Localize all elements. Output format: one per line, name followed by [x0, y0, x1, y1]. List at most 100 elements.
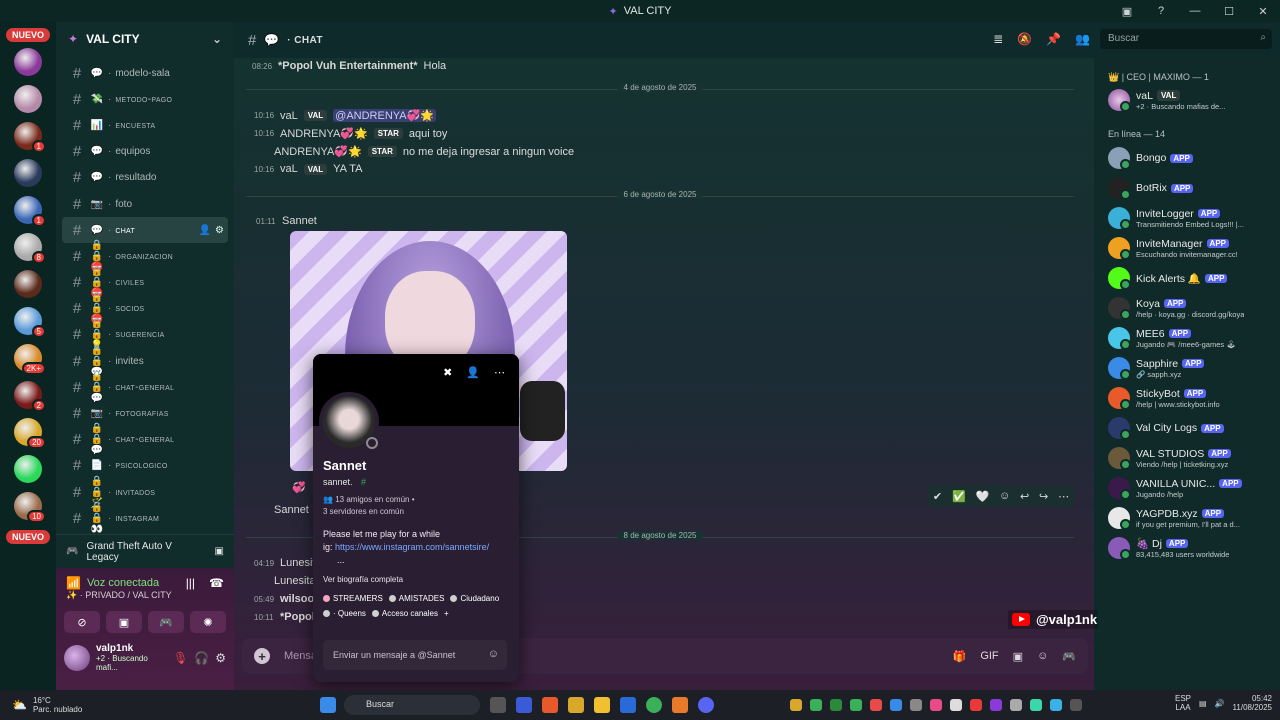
role-chip[interactable]: Ciudadano	[450, 594, 499, 603]
role-chip[interactable]: AMISTADES	[388, 594, 444, 603]
tray-icon[interactable]	[1010, 699, 1022, 711]
server-icon[interactable]	[14, 85, 42, 113]
tray-icon[interactable]	[910, 699, 922, 711]
plus-icon[interactable]: +	[254, 648, 270, 664]
mention[interactable]: @ANDRENYA💞🌟	[333, 109, 437, 122]
message[interactable]: 10:16 vaL VAL YA TA	[254, 163, 363, 175]
member-item[interactable]: InviteManager APP Escuchando invitemanager…	[1108, 233, 1270, 263]
tray-icon[interactable]	[970, 699, 982, 711]
member-item[interactable]: Koya APP/help · koya.gg · discord.gg/koya	[1108, 293, 1270, 323]
server-icon[interactable]: 1	[14, 122, 46, 153]
gift-icon[interactable]: 🎁	[953, 650, 967, 663]
volume-icon[interactable]: 🔊	[1215, 699, 1225, 708]
headphones-icon[interactable]: 🎧	[194, 651, 209, 665]
message[interactable]: 10:16 vaL VAL @ANDRENYA💞🌟	[254, 109, 437, 122]
member-item[interactable]: Val City Logs APP	[1108, 413, 1270, 443]
disconnect-icon[interactable]: ☎	[209, 576, 224, 590]
new-pill-bottom[interactable]: NUEVO	[5, 530, 50, 544]
members-icon[interactable]: 👥	[1075, 32, 1090, 46]
weather-widget[interactable]: ⛅ 16°C Parc. nublado	[0, 696, 82, 714]
message[interactable]: 08:26 *Popol Vuh Entertainment* Hola	[252, 60, 446, 72]
file-explorer-icon[interactable]	[594, 697, 610, 713]
soundboard-button[interactable]: ✺	[190, 611, 226, 633]
app-icon[interactable]	[672, 697, 688, 713]
channel-item[interactable]: # 💬 · resultado	[62, 165, 228, 191]
member-item[interactable]: VANILLA UNIC... APP Jugando /help	[1108, 473, 1270, 503]
forward-icon[interactable]: ↪	[1039, 490, 1048, 503]
chrome-icon[interactable]	[646, 697, 662, 713]
add-friend-icon[interactable]: 👤	[466, 366, 480, 379]
member-item[interactable]: VAL STUDIOS APP Viendo /help | ticketking.…	[1108, 443, 1270, 473]
channel-item[interactable]: # 🔒🔒⛔ · socios	[62, 292, 228, 325]
channel-item[interactable]: # 🔒🔒👀 · instagram	[62, 502, 228, 535]
sticker-icon[interactable]: ▣	[1013, 650, 1023, 663]
channel-item[interactable]: # 📊 · encuesta	[62, 112, 228, 138]
member-item[interactable]: Kick Alerts 🔔 APP	[1108, 263, 1270, 293]
channel-item[interactable]: # 🔒🔒💬 · chat-general	[62, 371, 228, 404]
app-icon[interactable]	[620, 697, 636, 713]
message[interactable]: 04:19 Lunesita	[254, 557, 322, 569]
server-icon[interactable]: 2	[14, 381, 46, 412]
server-icon[interactable]: 8	[14, 233, 46, 264]
user-panel[interactable]: valp1nk +2 · Buscando mafi... 🎙 🎧 ⚙	[56, 633, 234, 672]
close-button[interactable]: ✕	[1246, 0, 1280, 22]
game-activity[interactable]: 🎮 Grand Theft Auto V Legacy ▣	[56, 534, 234, 568]
server-icon[interactable]: 2K+	[14, 344, 46, 375]
view-full-bio-link[interactable]: Ver biografía completa	[323, 575, 509, 584]
avatar[interactable]	[64, 644, 90, 671]
tray-icon[interactable]	[790, 699, 802, 711]
message[interactable]: Lunesita	[274, 575, 316, 587]
message[interactable]: 01:11 Sannet	[256, 215, 317, 227]
tray-icon[interactable]	[990, 699, 1002, 711]
channel-item[interactable]: # 💬 · modelo-sala	[62, 60, 228, 86]
gif-icon[interactable]: GIF	[980, 650, 998, 663]
channel-item[interactable]: # 💬 · equipos	[62, 139, 228, 165]
reaction-check-icon[interactable]: ✔	[933, 490, 942, 503]
tray-icon[interactable]	[810, 699, 822, 711]
emoji-icon[interactable]: ☺	[1037, 650, 1048, 663]
screen-share-icon[interactable]: ▣	[215, 546, 224, 557]
camera-off-button[interactable]: ⊘	[64, 611, 100, 633]
invite-icon[interactable]: 👤	[199, 225, 211, 236]
voice-channel[interactable]: ✨ · PRIVADO / VAL CITY	[56, 590, 234, 601]
inbox-icon[interactable]: ▣	[1110, 0, 1144, 22]
task-view-icon[interactable]	[490, 697, 506, 713]
tray-icon[interactable]	[870, 699, 882, 711]
server-icon[interactable]: 5	[14, 307, 46, 338]
server-icon[interactable]: 10	[14, 492, 46, 523]
reply-icon[interactable]: ↩	[1020, 490, 1029, 503]
channel-item[interactable]: # 🔒🔒💡 · sugerencia	[62, 318, 228, 351]
clock[interactable]: 05:42 11/08/2025	[1233, 694, 1272, 712]
reaction[interactable]: 💞	[292, 481, 306, 494]
tray-icon[interactable]	[950, 699, 962, 711]
more-icon[interactable]: ⋯	[1058, 490, 1069, 503]
activity-button[interactable]: 🎮	[148, 611, 184, 633]
gear-icon[interactable]: ⚙	[215, 651, 226, 665]
member-item[interactable]: BotRix APP	[1108, 173, 1270, 203]
minimize-button[interactable]: —	[1178, 0, 1212, 22]
tray-icon[interactable]	[890, 699, 902, 711]
language-indicator[interactable]: ESP LAA	[1175, 694, 1191, 712]
member-item[interactable]: InviteLogger APP Transmitiendo Embed Logs!…	[1108, 203, 1270, 233]
tray-icon[interactable]	[850, 699, 862, 711]
member-item[interactable]: 🍇 Dj APP 83,415,483 users worldwide	[1108, 533, 1270, 563]
help-icon[interactable]: ?	[1144, 0, 1178, 22]
tray-icon[interactable]	[1030, 699, 1042, 711]
reaction-heart-icon[interactable]: 🤍	[975, 490, 989, 503]
app-icon[interactable]	[516, 697, 532, 713]
bio-link[interactable]: https://www.instagram.com/sannetsire/	[335, 542, 489, 552]
pin-icon[interactable]: 📌	[1046, 32, 1061, 46]
server-icon[interactable]	[14, 159, 42, 187]
noise-icon[interactable]: |||	[186, 576, 195, 590]
badge-icon[interactable]: #	[361, 477, 366, 487]
channel-item[interactable]: # 🔒🔒💬 · chat-general	[62, 423, 228, 456]
app-icon[interactable]	[542, 697, 558, 713]
member-item[interactable]: vaL VAL +2 · Buscando mafias de...	[1108, 85, 1270, 115]
maximize-button[interactable]: ☐	[1212, 0, 1246, 22]
discord-icon[interactable]	[698, 697, 714, 713]
role-chip[interactable]: Acceso canales	[371, 609, 438, 618]
xbox-icon[interactable]: ✖	[443, 366, 452, 379]
add-reaction-icon[interactable]: ☺	[999, 490, 1010, 502]
channel-item[interactable]: # 💬 · chat 👤 ⚙	[62, 217, 228, 244]
member-item[interactable]: Sapphire APP 🔗 sapph.xyz	[1108, 353, 1270, 383]
